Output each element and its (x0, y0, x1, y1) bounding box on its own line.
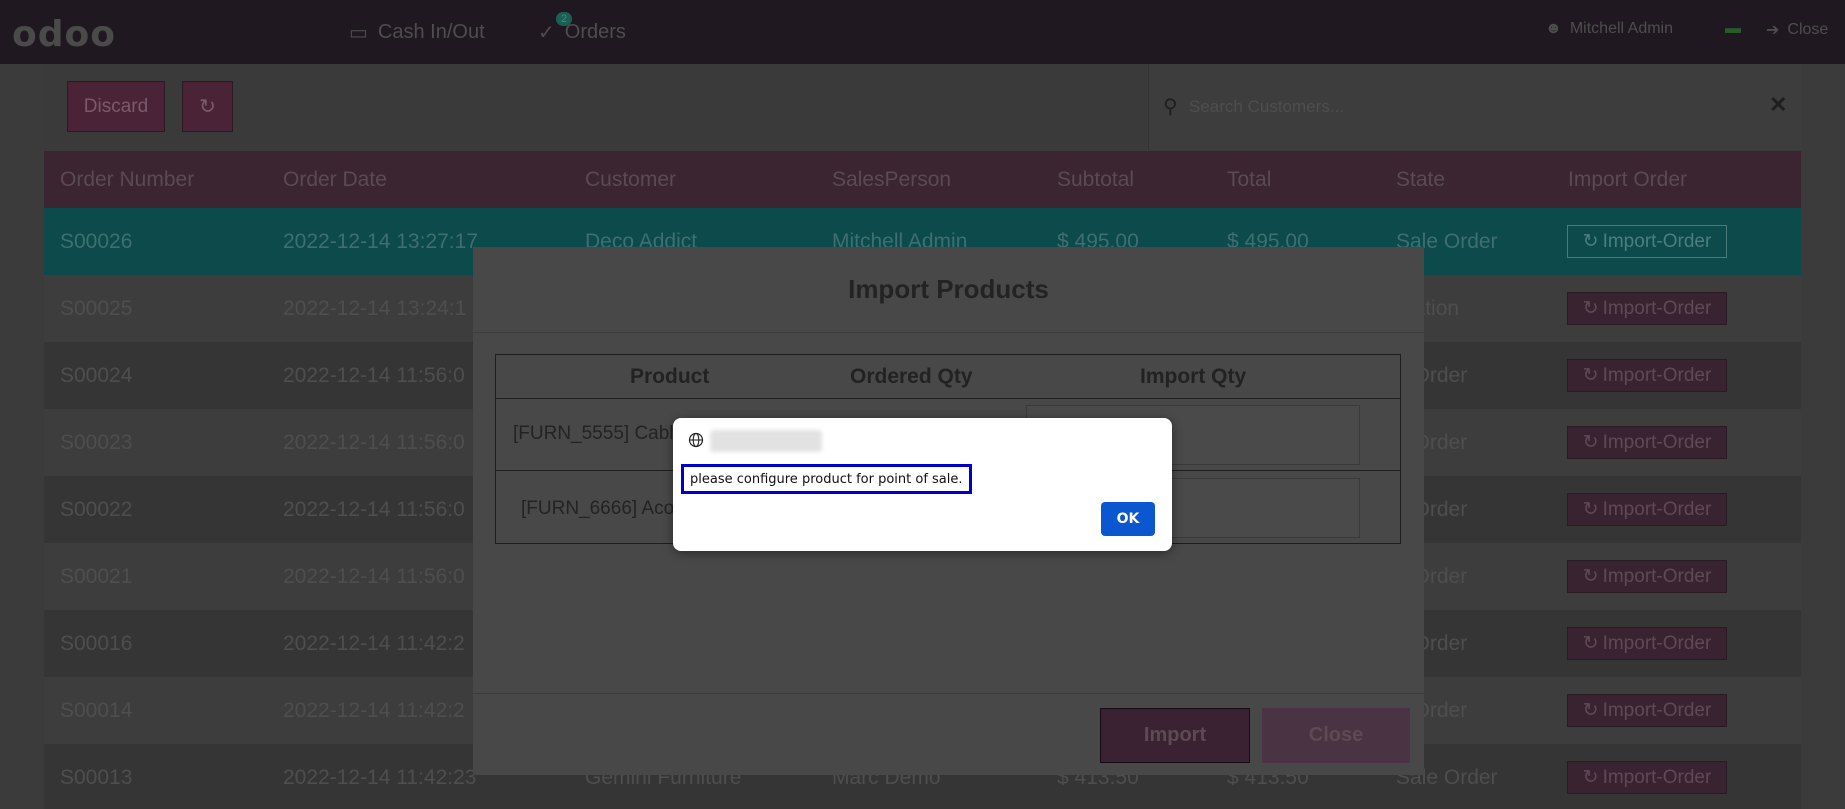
cell-order-date: 2022-12-14 11:56:0 (283, 430, 465, 454)
alert-message: please configure product for point of sa… (681, 464, 972, 494)
cell-order-date: 2022-12-14 13:24:1 (283, 296, 467, 320)
control-bar: Discard ↻ (44, 64, 1145, 150)
cell-order-number: S00023 (60, 430, 133, 454)
modal-title: Import Products (473, 247, 1424, 333)
import-order-button[interactable]: ↻ Import-Order (1567, 426, 1727, 459)
cell-order-date: 2022-12-14 11:42:2 (283, 698, 465, 722)
orders-label: Orders (564, 21, 626, 43)
cell-order-date: 2022-12-14 11:56:0 (283, 363, 465, 387)
refresh-icon: ↻ (1582, 499, 1599, 520)
import-order-button[interactable]: ↻ Import-Order (1567, 627, 1727, 660)
modal-close-button[interactable]: Close (1262, 708, 1410, 763)
wifi-icon: ▬ (1725, 20, 1741, 37)
cell-order-number: S00022 (60, 497, 133, 521)
import-order-label: Import-Order (1602, 565, 1712, 587)
search-icon: ⚲ (1163, 96, 1178, 118)
refresh-icon: ↻ (1582, 231, 1599, 252)
search-bar: ⚲ ✕ (1148, 64, 1801, 150)
close-session-button[interactable]: ➔ Close (1766, 20, 1828, 40)
header-product: Product (630, 365, 710, 388)
import-order-label: Import-Order (1602, 632, 1712, 654)
import-order-label: Import-Order (1602, 431, 1712, 453)
orders-button[interactable]: ✓ 2 Orders (538, 12, 626, 45)
refresh-icon: ↻ (1582, 298, 1599, 319)
header-subtotal: Subtotal (1057, 167, 1135, 191)
import-order-button[interactable]: ↻ Import-Order (1567, 761, 1727, 794)
import-order-button[interactable]: ↻ Import-Order (1567, 292, 1727, 325)
import-order-button[interactable]: ↻ Import-Order (1567, 694, 1727, 727)
browser-alert-dialog: please configure product for point of sa… (673, 418, 1172, 551)
cell-order-number: S00026 (60, 229, 133, 253)
discard-button[interactable]: Discard (67, 81, 165, 132)
sign-out-icon: ➔ (1766, 22, 1780, 39)
cell-order-number: S00025 (60, 296, 133, 320)
header-salesperson: SalesPerson (832, 167, 952, 191)
import-order-button[interactable]: ↻ Import-Order (1567, 493, 1727, 526)
user-menu[interactable]: ☻ Mitchell Admin (1545, 20, 1673, 38)
product-name: [FURN_6666] Acou (521, 498, 685, 519)
import-order-label: Import-Order (1602, 498, 1712, 520)
header-total: Total (1227, 167, 1272, 191)
close-label: Close (1787, 21, 1829, 38)
refresh-icon: ↻ (1582, 432, 1599, 453)
top-navbar: odoo ▭ Cash In/Out ✓ 2 Orders ☻ Mitchell … (0, 0, 1845, 64)
products-table-header: Product Ordered Qty Import Qty (496, 355, 1400, 399)
cell-order-date: 2022-12-14 11:42:23 (283, 765, 477, 789)
cell-order-date: 2022-12-14 11:56:0 (283, 497, 465, 521)
refresh-button[interactable]: ↻ (182, 81, 233, 132)
money-icon: ▭ (349, 22, 368, 44)
tag-icon: ✓ 2 (538, 12, 573, 45)
header-order-number: Order Number (60, 167, 195, 191)
import-order-label: Import-Order (1602, 230, 1712, 252)
refresh-icon: ↻ (1582, 767, 1599, 788)
cell-order-number: S00014 (60, 698, 133, 722)
cell-order-date: 2022-12-14 13:27:17 (283, 229, 478, 253)
cell-order-number: S00016 (60, 631, 133, 655)
user-name: Mitchell Admin (1569, 20, 1673, 37)
globe-icon (688, 432, 704, 448)
import-order-button[interactable]: ↻ Import-Order (1567, 560, 1727, 593)
product-name: [FURN_5555] Cable (513, 423, 685, 444)
refresh-icon: ↻ (1582, 365, 1599, 386)
header-import-qty: Import Qty (1140, 365, 1247, 388)
import-order-label: Import-Order (1602, 297, 1712, 319)
orders-count-badge: 2 (556, 12, 573, 26)
clear-search-icon[interactable]: ✕ (1769, 92, 1787, 118)
orders-table-header: Order Number Order Date Customer SalesPe… (44, 151, 1801, 208)
import-order-label: Import-Order (1602, 699, 1712, 721)
refresh-icon: ↻ (199, 96, 216, 118)
header-order-date: Order Date (283, 167, 387, 191)
cell-order-number: S00021 (60, 564, 133, 588)
user-avatar-icon: ☻ (1545, 20, 1562, 37)
import-button[interactable]: Import (1100, 708, 1250, 763)
cash-in-out-button[interactable]: ▭ Cash In/Out (349, 20, 485, 45)
search-customers-input[interactable] (1189, 92, 1729, 122)
alert-ok-button[interactable]: OK (1101, 502, 1155, 536)
import-order-label: Import-Order (1602, 766, 1712, 788)
odoo-logo: odoo (12, 14, 116, 55)
cell-order-date: 2022-12-14 11:56:0 (283, 564, 465, 588)
cell-order-date: 2022-12-14 11:42:2 (283, 631, 465, 655)
cash-in-out-label: Cash In/Out (377, 21, 485, 43)
import-order-button[interactable]: ↻ Import-Order (1567, 225, 1727, 258)
cell-order-number: S00024 (60, 363, 133, 387)
header-customer: Customer (585, 167, 677, 191)
refresh-icon: ↻ (1582, 700, 1599, 721)
header-import-order: Import Order (1568, 167, 1688, 191)
header-ordered-qty: Ordered Qty (850, 365, 973, 388)
import-order-label: Import-Order (1602, 364, 1712, 386)
header-state: State (1396, 167, 1446, 191)
alert-origin-redacted (710, 430, 822, 452)
wifi-status: ▬ (1725, 20, 1741, 38)
import-order-button[interactable]: ↻ Import-Order (1567, 359, 1727, 392)
refresh-icon: ↻ (1582, 566, 1599, 587)
cell-order-number: S00013 (60, 765, 133, 789)
refresh-icon: ↻ (1582, 633, 1599, 654)
